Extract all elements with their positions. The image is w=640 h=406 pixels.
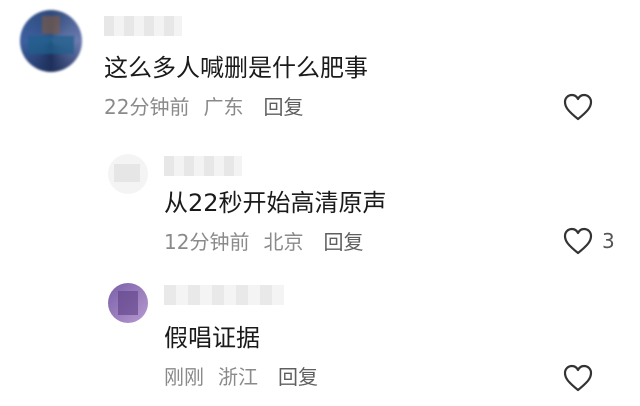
comment-text: 假唱证据	[164, 324, 260, 352]
reply-item: 从22秒开始高清原声 12分钟前 北京 回复 3	[0, 140, 640, 275]
username-redacted[interactable]	[164, 285, 284, 305]
comment-meta: 22分钟前 广东 回复	[104, 94, 317, 120]
comment-location: 浙江	[218, 365, 258, 389]
comment-item: 这么多人喊删是什么肥事 22分钟前 广东 回复	[0, 0, 640, 140]
comment-time: 12分钟前	[164, 230, 250, 254]
comment-meta: 刚刚 浙江 回复	[164, 364, 332, 390]
like-count: 3	[602, 229, 615, 253]
like-button[interactable]: 3	[562, 226, 615, 256]
avatar[interactable]	[108, 154, 148, 194]
comment-location: 广东	[203, 95, 244, 119]
username-redacted[interactable]	[104, 16, 182, 36]
reply-item: 假唱证据 刚刚 浙江 回复	[0, 275, 640, 406]
username-redacted[interactable]	[164, 156, 242, 176]
comment-meta: 12分钟前 北京 回复	[164, 229, 377, 255]
reply-button[interactable]: 回复	[263, 95, 303, 119]
like-button[interactable]	[562, 363, 594, 393]
heart-outline-icon	[563, 227, 593, 255]
comment-location: 北京	[263, 230, 304, 254]
heart-outline-icon	[563, 93, 593, 121]
like-button[interactable]	[562, 92, 594, 122]
avatar[interactable]	[20, 10, 82, 72]
heart-outline-icon	[563, 364, 593, 392]
avatar[interactable]	[108, 283, 148, 323]
comment-text: 这么多人喊删是什么肥事	[104, 54, 368, 82]
reply-button[interactable]: 回复	[323, 230, 363, 254]
reply-button[interactable]: 回复	[278, 365, 318, 389]
comment-time: 刚刚	[164, 365, 204, 389]
comment-time: 22分钟前	[104, 95, 190, 119]
comment-text: 从22秒开始高清原声	[164, 189, 387, 217]
